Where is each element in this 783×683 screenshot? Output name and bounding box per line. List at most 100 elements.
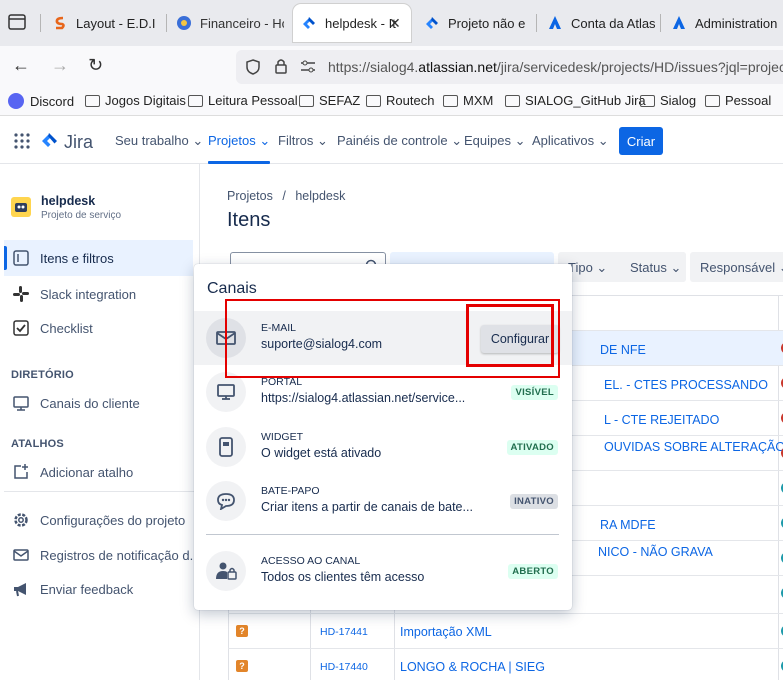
atlassian-favicon-icon [547, 15, 563, 31]
browser-nav-bar: ← → ↻ https://sialog4.atlassian.net/jira… [0, 46, 783, 88]
browser-tab-financeiro[interactable]: Financeiro - Hc [176, 4, 284, 42]
channel-title: ACESSO AO CANAL [261, 555, 361, 567]
breadcrumb-separator: / [282, 189, 286, 203]
sidebar-item-registros[interactable]: Registros de notificação d... [4, 537, 193, 573]
browser-tab-administration[interactable]: Administration [671, 4, 783, 42]
atlassian-favicon-icon [671, 15, 687, 31]
section-atalhos: ATALHOS [11, 438, 64, 450]
folder-icon [705, 94, 720, 107]
sidebar-item-canais[interactable]: Canais do cliente [4, 385, 193, 421]
folder-icon [299, 94, 314, 107]
megaphone-icon [12, 580, 30, 598]
money-favicon-icon [176, 15, 192, 31]
sidebar-item-itens-filtros[interactable]: Itens e filtros [4, 240, 193, 276]
jira-favicon-icon [301, 15, 317, 31]
bookmark-sialog-github[interactable]: SIALOG_GitHub Jira [505, 93, 646, 108]
channel-widget[interactable]: WIDGET O widget está ativado ATIVADO [194, 420, 572, 474]
bookmark-discord[interactable]: Discord [8, 93, 74, 109]
nav-paineis[interactable]: Painéis de controle ⌄ [337, 133, 462, 149]
tab-overview-icon[interactable] [8, 14, 26, 35]
jira-favicon-icon [424, 15, 440, 31]
sidebar-item-slack[interactable]: Slack integration [4, 276, 193, 312]
forward-arrow-icon[interactable]: → [51, 55, 69, 76]
channel-subtitle: https://sialog4.atlassian.net/service... [261, 391, 466, 405]
nav-aplicativos[interactable]: Aplicativos ⌄ [532, 133, 609, 149]
folder-icon [640, 94, 655, 107]
project-name[interactable]: helpdesk [41, 194, 95, 208]
tab-label: Projeto não enc [448, 15, 526, 31]
issue-summary[interactable]: Importação XML [400, 625, 492, 639]
popup-title: Canais [207, 280, 257, 297]
channel-subtitle: Criar itens a partir de canais de bate..… [261, 500, 473, 514]
slack-icon [12, 285, 30, 303]
jira-logo-icon [40, 130, 60, 155]
folder-icon [188, 94, 203, 107]
sidebar-divider [4, 491, 194, 492]
status-badge: ABERTO [508, 564, 558, 579]
filter-status[interactable]: Status ⌄ [620, 252, 686, 282]
bookmark-sefaz[interactable]: SEFAZ [299, 93, 360, 108]
list-filter-icon [12, 249, 30, 267]
nav-filtros[interactable]: Filtros ⌄ [278, 133, 328, 149]
add-shortcut-icon [12, 463, 30, 481]
folder-icon [443, 94, 458, 107]
site-permissions-icon[interactable] [300, 60, 316, 79]
issue-key[interactable]: HD-17440 [320, 661, 368, 673]
issue-summary[interactable]: LONGO & ROCHA | SIEG [400, 660, 545, 674]
browser-tab-helpdesk[interactable]: helpdesk - It ✕ [293, 4, 411, 42]
shield-icon[interactable] [246, 59, 260, 80]
bookmark-routech[interactable]: Routech [366, 93, 434, 108]
project-sidebar: helpdesk Projeto de serviço Itens e filt… [0, 164, 200, 680]
app-switcher-icon[interactable] [14, 133, 30, 154]
tab-label: Administration [695, 15, 778, 31]
table-row[interactable]: ? HD-17441 Importação XML [228, 613, 783, 648]
jira-top-nav: Jira Seu trabalho ⌄ Projetos ⌄ Filtros ⌄… [0, 116, 783, 164]
browser-tab-conta[interactable]: Conta da Atlass [547, 4, 655, 42]
back-arrow-icon[interactable]: ← [12, 55, 30, 76]
breadcrumb-helpdesk[interactable]: helpdesk [295, 189, 345, 203]
channel-title: BATE-PAPO [261, 485, 320, 497]
monitor-icon [12, 394, 30, 412]
breadcrumb-projetos[interactable]: Projetos [227, 189, 273, 203]
create-button[interactable]: Criar [619, 127, 663, 155]
folder-icon [366, 94, 381, 107]
gear-icon [12, 511, 30, 529]
filter-responsavel[interactable]: Responsável ⌄ [690, 252, 783, 282]
browser-tab-layout[interactable]: Layout - E.D.I [52, 4, 167, 42]
channel-chat[interactable]: BATE-PAPO Criar itens a partir de canais… [194, 474, 572, 528]
bookmark-mxm[interactable]: MXM [443, 93, 493, 108]
reload-icon[interactable]: ↻ [88, 55, 103, 76]
channel-access[interactable]: ACESSO AO CANAL Todos os clientes têm ac… [194, 544, 572, 598]
envelope-icon [12, 546, 30, 564]
question-type-icon: ? [236, 625, 248, 637]
bookmark-sialog[interactable]: Sialog [640, 93, 696, 108]
status-badge: ATIVADO [506, 440, 558, 455]
jira-logo[interactable]: Jira [40, 130, 93, 155]
user-lock-icon [206, 551, 246, 591]
tab-close-icon[interactable]: ✕ [389, 15, 401, 32]
folder-icon [85, 94, 100, 107]
issue-key[interactable]: HD-17441 [320, 626, 368, 638]
sidebar-item-adicionar-atalho[interactable]: Adicionar atalho [4, 454, 193, 490]
nav-projetos[interactable]: Projetos ⌄ [208, 133, 271, 164]
browser-tab-projeto[interactable]: Projeto não enc [424, 4, 526, 42]
checkbox-icon [12, 319, 30, 337]
tab-label: Financeiro - Hc [200, 15, 284, 31]
table-row[interactable]: ? HD-17440 LONGO & ROCHA | SIEG [228, 648, 783, 683]
bookmark-leitura[interactable]: Leitura Pessoal [188, 93, 298, 108]
address-bar[interactable]: https://sialog4.atlassian.net/jira/servi… [236, 50, 783, 84]
tab-label: helpdesk - It [325, 15, 396, 31]
sidebar-item-feedback[interactable]: Enviar feedback [4, 571, 193, 607]
discord-icon [8, 93, 24, 109]
nav-equipes[interactable]: Equipes ⌄ [464, 133, 526, 149]
section-diretorio: DIRETÓRIO [11, 369, 74, 381]
sidebar-item-checklist[interactable]: Checklist [4, 310, 193, 346]
lock-icon[interactable] [274, 58, 288, 80]
project-type: Projeto de serviço [41, 210, 122, 221]
nav-seu-trabalho[interactable]: Seu trabalho ⌄ [115, 133, 203, 149]
tab-label: Layout - E.D.I [76, 15, 156, 31]
bookmark-pessoal[interactable]: Pessoal [705, 93, 771, 108]
sidebar-item-configuracoes[interactable]: Configurações do projeto [4, 502, 193, 538]
bookmark-jogos[interactable]: Jogos Digitais [85, 93, 186, 108]
tab-label: Conta da Atlass [571, 15, 655, 31]
